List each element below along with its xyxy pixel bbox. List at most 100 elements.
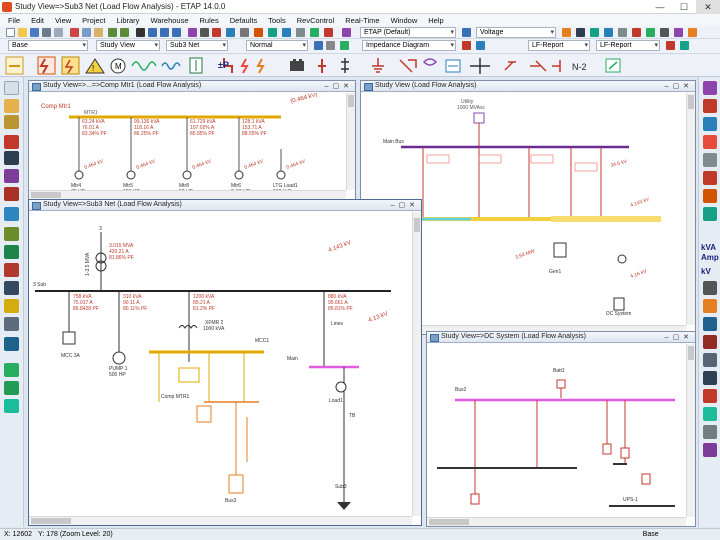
dc-window-controls[interactable]: –▢✕ — [665, 333, 693, 341]
redo-icon[interactable] — [120, 28, 129, 37]
short-circuit-icon[interactable] — [37, 56, 56, 75]
menu-realtime[interactable]: Real-Time — [345, 16, 379, 25]
mode-select[interactable]: Study View — [96, 40, 160, 51]
menu-warehouse[interactable]: Warehouse — [150, 16, 188, 25]
copy-icon[interactable] — [82, 28, 91, 37]
halt-icon[interactable] — [632, 28, 641, 37]
voltage-select[interactable]: Voltage — [476, 27, 556, 38]
dc-window-title[interactable]: Study View=>DC System (Load Flow Analysi… — [427, 332, 695, 343]
display-select[interactable]: Impedance Diagram — [362, 40, 456, 51]
optimal-powerflow-icon[interactable] — [189, 57, 203, 74]
pan-icon[interactable] — [136, 28, 145, 37]
main-window-controls[interactable]: –▢✕ — [665, 82, 693, 90]
save-icon[interactable] — [30, 28, 39, 37]
menu-window[interactable]: Window — [391, 16, 418, 25]
display-options-icon[interactable] — [340, 41, 349, 50]
settings-icon[interactable] — [660, 28, 669, 37]
data-compare-icon[interactable] — [680, 41, 689, 50]
cable-icon[interactable] — [4, 245, 19, 259]
cable-tool-icon[interactable] — [703, 317, 717, 331]
ground-icon[interactable] — [703, 335, 717, 349]
earthing-icon[interactable] — [372, 58, 384, 73]
study-case-icon[interactable] — [314, 41, 323, 50]
load-flow-study-icon[interactable] — [4, 169, 19, 183]
composite-icon[interactable] — [703, 443, 717, 457]
cable-pulling-icon[interactable] — [256, 58, 265, 74]
grid-icon[interactable] — [200, 28, 209, 37]
project-editor-icon[interactable] — [4, 99, 19, 113]
run-icon[interactable] — [646, 28, 655, 37]
paste-icon[interactable] — [94, 28, 103, 37]
library-icon[interactable] — [4, 115, 19, 129]
contingency-icon[interactable] — [504, 61, 516, 71]
battery-sizing-icon[interactable] — [290, 59, 304, 71]
load-flow-icon[interactable] — [5, 56, 24, 75]
menu-rules[interactable]: Rules — [200, 16, 219, 25]
lf-report-select[interactable]: LF-Report — [528, 40, 590, 51]
capacitor-icon[interactable] — [703, 299, 717, 313]
cut-icon[interactable] — [70, 28, 79, 37]
comp-vscroll[interactable] — [346, 93, 355, 190]
get-template-icon[interactable] — [296, 28, 305, 37]
config-select[interactable]: Base — [8, 40, 88, 51]
close-button[interactable]: ✕ — [696, 0, 720, 14]
harmonic-warning-icon[interactable]: ! — [85, 58, 105, 74]
print-preview-icon[interactable] — [54, 28, 63, 37]
text-box-icon[interactable] — [188, 28, 197, 37]
distribution-icon[interactable] — [470, 58, 490, 74]
reliability-icon[interactable] — [240, 58, 249, 74]
alert-view-icon[interactable] — [476, 41, 485, 50]
open-icon[interactable] — [18, 28, 27, 37]
zoom-out-icon[interactable] — [160, 28, 169, 37]
switching-icon[interactable] — [530, 60, 547, 72]
switch-icon[interactable] — [703, 153, 717, 167]
add-template-icon[interactable] — [310, 28, 319, 37]
loading-select[interactable]: Normal — [246, 40, 308, 51]
network-tree-icon[interactable] — [4, 363, 19, 377]
zoom-in-icon[interactable] — [148, 28, 157, 37]
kv-label[interactable]: kV — [701, 267, 711, 276]
print-icon[interactable] — [42, 28, 51, 37]
sub3-vscroll[interactable] — [412, 212, 421, 516]
short-circuit-study-icon[interactable] — [4, 187, 19, 201]
dc-vscroll[interactable] — [686, 344, 695, 517]
edit-study-case-icon[interactable] — [326, 41, 335, 50]
stop-icon[interactable] — [324, 28, 333, 37]
battery-icon[interactable] — [703, 425, 717, 439]
menu-view[interactable]: View — [55, 16, 71, 25]
minimize-button[interactable]: — — [648, 0, 672, 14]
menu-help[interactable]: Help — [428, 16, 443, 25]
power-calc-icon[interactable] — [254, 28, 263, 37]
report-manager-2-icon[interactable] — [666, 41, 675, 50]
dc-hscroll[interactable] — [427, 517, 686, 526]
menu-file[interactable]: File — [8, 16, 20, 25]
sub3-window-controls[interactable]: –▢✕ — [391, 201, 419, 209]
kva-label[interactable]: kVA — [701, 243, 716, 252]
recycle-icon[interactable] — [4, 337, 19, 351]
amp-label[interactable]: Amp — [701, 253, 719, 262]
arc-flash-icon[interactable] — [61, 56, 80, 75]
comp-window-title[interactable]: Study View=>...=>Comp Mtr1 (Load Flow An… — [29, 81, 355, 92]
link-icon[interactable] — [703, 353, 717, 367]
menu-tools[interactable]: Tools — [268, 16, 286, 25]
check-continuity-icon[interactable] — [212, 28, 221, 37]
dc-system-window[interactable]: Study View=>DC System (Load Flow Analysi… — [426, 331, 696, 527]
report-icon[interactable] — [462, 41, 471, 50]
main-window-title[interactable]: Study View (Load Flow Analysis) — [361, 81, 695, 92]
main-vscroll[interactable] — [686, 93, 695, 325]
alert-icon[interactable] — [590, 28, 599, 37]
harmonic-icon[interactable] — [161, 62, 181, 70]
comp-hscroll[interactable] — [29, 190, 346, 199]
schedule-icon[interactable] — [674, 28, 683, 37]
motor-icon[interactable] — [703, 207, 717, 221]
breaker-icon[interactable] — [703, 135, 717, 149]
network-tree-3-icon[interactable] — [4, 399, 19, 413]
network-tree-2-icon[interactable] — [4, 381, 19, 395]
study-mode-icon[interactable] — [4, 151, 19, 165]
power-plot-icon[interactable]: ±P — [218, 60, 229, 70]
menu-library[interactable]: Library — [117, 16, 140, 25]
sub3-window-title[interactable]: Study View=>Sub3 Net (Load Flow Analysis… — [29, 200, 421, 211]
edit-mode-icon[interactable] — [4, 135, 19, 149]
maximize-button[interactable]: ☐ — [672, 0, 696, 14]
undo-icon[interactable] — [108, 28, 117, 37]
